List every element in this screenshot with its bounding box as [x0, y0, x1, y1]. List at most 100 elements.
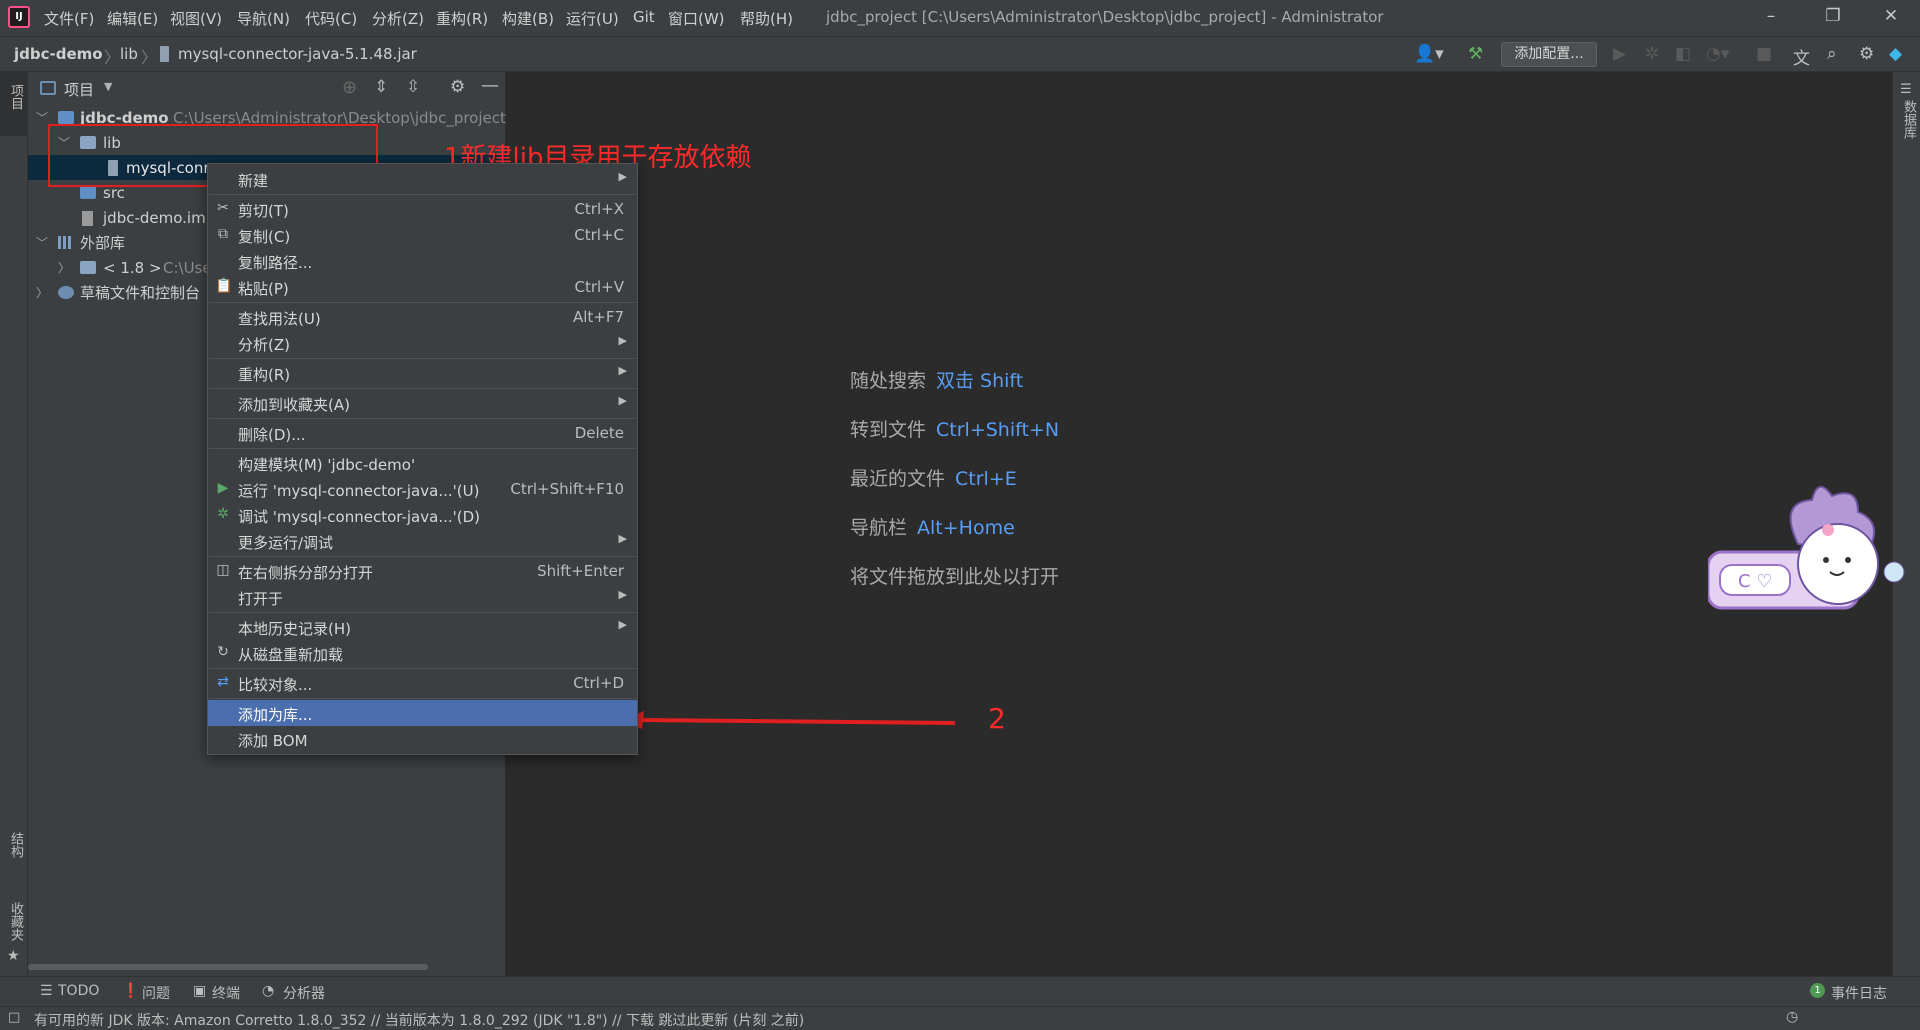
menu-help[interactable]: 帮助(H): [740, 8, 793, 29]
menu-code[interactable]: 代码(C): [305, 8, 357, 29]
profile-icon[interactable]: ◔▾: [1706, 44, 1729, 64]
breadcrumb-jar[interactable]: mysql-connector-java-5.1.48.jar: [178, 45, 417, 63]
menu-item-label: 比较对象...: [238, 676, 313, 694]
search-icon[interactable]: ⌕: [1827, 44, 1837, 64]
menu-item-run[interactable]: ▶ 运行 'mysql-connector-java...'(U) Ctrl+S…: [208, 476, 637, 502]
memory-indicator-icon[interactable]: ◷: [1786, 1009, 1798, 1025]
menu-item-label: 复制(C): [238, 228, 291, 246]
tab-terminal[interactable]: 终端: [212, 983, 240, 1003]
menu-item-shortcut: Ctrl+D: [573, 674, 624, 692]
database-tool-label[interactable]: 数据库: [1899, 100, 1918, 139]
menu-item-label: 重构(R): [238, 366, 291, 384]
problems-icon: ❗: [122, 983, 140, 999]
project-tool-tab[interactable]: 项目: [0, 72, 28, 136]
menu-separator: [209, 302, 636, 303]
menu-analyze[interactable]: 分析(Z): [372, 8, 424, 29]
run-icon[interactable]: ▶: [1613, 44, 1626, 64]
menu-item-cut[interactable]: ✂ 剪切(T) Ctrl+X: [208, 196, 637, 222]
menu-item-label: 运行 'mysql-connector-java...'(U): [238, 482, 480, 500]
tab-todo[interactable]: TODO: [58, 983, 99, 999]
menu-item-delete[interactable]: 删除(D)... Delete: [208, 420, 637, 446]
tab-problems[interactable]: 问题: [142, 983, 170, 1003]
menu-item-build-module[interactable]: 构建模块(M) 'jdbc-demo': [208, 450, 637, 476]
status-message[interactable]: 有可用的新 JDK 版本: Amazon Corretto 1.8.0_352 …: [34, 1010, 804, 1030]
tree-jdk-label: < 1.8 >: [103, 259, 162, 277]
chevron-right-icon[interactable]: 〉: [36, 281, 48, 306]
menu-separator: [209, 612, 636, 613]
menu-item-find-usages[interactable]: 查找用法(U) Alt+F7: [208, 304, 637, 330]
status-window-icon[interactable]: □: [8, 1010, 20, 1025]
menu-item-copy[interactable]: ⧉ 复制(C) Ctrl+C: [208, 222, 637, 248]
menu-item-add-to-favorites[interactable]: 添加到收藏夹(A) ▶: [208, 390, 637, 416]
menu-item-more-run-debug[interactable]: 更多运行/调试 ▶: [208, 528, 637, 554]
menu-separator: [209, 194, 636, 195]
breadcrumb-project[interactable]: jdbc-demo: [14, 45, 103, 63]
chevron-down-icon[interactable]: ﹀: [36, 231, 48, 256]
horizontal-scrollbar[interactable]: [28, 964, 428, 970]
menu-refactor[interactable]: 重构(R): [436, 8, 488, 29]
expand-all-icon[interactable]: ⇕: [374, 77, 388, 97]
menu-run[interactable]: 运行(U): [566, 8, 619, 29]
menu-item-debug[interactable]: ✲ 调试 'mysql-connector-java...'(D): [208, 502, 637, 528]
translate-icon[interactable]: 文: [1793, 44, 1810, 69]
menu-item-add-bom[interactable]: 添加 BOM: [208, 726, 637, 752]
menu-item-local-history[interactable]: 本地历史记录(H) ▶: [208, 614, 637, 640]
menu-item-label: 添加到收藏夹(A): [238, 396, 350, 414]
menu-navigate[interactable]: 导航(N): [237, 8, 290, 29]
menu-item-analyze[interactable]: 分析(Z) ▶: [208, 330, 637, 356]
settings-gear-icon[interactable]: ⚙: [1859, 44, 1874, 64]
menu-window[interactable]: 窗口(W): [668, 8, 725, 29]
favorites-tool-label[interactable]: 收藏夹: [6, 902, 25, 941]
menu-item-compare-with[interactable]: ⇄ 比较对象... Ctrl+D: [208, 670, 637, 696]
chevron-right-icon[interactable]: 〉: [58, 256, 70, 281]
menu-item-shortcut: Ctrl+X: [574, 200, 624, 218]
structure-tool-label[interactable]: 结构: [6, 832, 25, 858]
menu-item-new[interactable]: 新建 ▶: [208, 166, 637, 192]
menu-item-reload-from-disk[interactable]: ↻ 从磁盘重新加载: [208, 640, 637, 666]
chevron-down-icon[interactable]: ▼: [104, 80, 112, 93]
menu-item-open-in[interactable]: 打开于 ▶: [208, 584, 637, 610]
user-icon[interactable]: 👤▾: [1414, 44, 1444, 64]
tab-profiler[interactable]: 分析器: [283, 983, 325, 1003]
hint-label: 随处搜索: [850, 370, 927, 392]
menu-item-add-as-library[interactable]: 添加为库...: [208, 700, 637, 726]
panel-settings-gear-icon[interactable]: ⚙: [450, 77, 465, 97]
build-hammer-icon[interactable]: ⚒: [1468, 44, 1483, 64]
close-icon[interactable]: ✕: [1876, 6, 1906, 26]
hide-panel-icon[interactable]: —: [481, 75, 499, 96]
submenu-arrow-icon: ▶: [618, 532, 627, 545]
stop-icon[interactable]: ■: [1756, 44, 1772, 64]
menu-item-paste[interactable]: 📋 粘贴(P) Ctrl+V: [208, 274, 637, 300]
project-view-selector[interactable]: 项目: [64, 79, 94, 100]
editor-area[interactable]: 随处搜索 双击 Shift 转到文件 Ctrl+Shift+N 最近的文件 Ctrl+…: [506, 72, 1892, 976]
jetbrains-toolbox-icon[interactable]: ◆: [1889, 44, 1902, 64]
context-menu: 新建 ▶ ✂ 剪切(T) Ctrl+X ⧉ 复制(C) Ctrl+C 复制路径.…: [207, 163, 638, 755]
menu-item-shortcut: Delete: [574, 424, 624, 442]
menu-item-refactor[interactable]: 重构(R) ▶: [208, 360, 637, 386]
menu-separator: [209, 358, 636, 359]
debug-icon[interactable]: ✲: [1645, 44, 1659, 64]
menu-git[interactable]: Git: [633, 8, 655, 26]
menu-file[interactable]: 文件(F): [44, 8, 94, 29]
star-icon[interactable]: ★: [7, 948, 20, 964]
breadcrumb-lib[interactable]: lib: [120, 45, 138, 63]
coverage-icon[interactable]: ◧: [1675, 44, 1691, 64]
restore-icon[interactable]: ❐: [1818, 6, 1848, 26]
menu-view[interactable]: 视图(V): [170, 8, 222, 29]
menu-edit[interactable]: 编辑(E): [107, 8, 158, 29]
menu-item-open-split-right[interactable]: ◫ 在右侧拆分部分打开 Shift+Enter: [208, 558, 637, 584]
left-tool-strip: 项目 结构 收藏夹 ★: [0, 72, 28, 976]
intellij-logo-icon[interactable]: IJ: [8, 6, 30, 28]
menu-item-copy-path[interactable]: 复制路径...: [208, 248, 637, 274]
add-configuration-button[interactable]: 添加配置...: [1501, 42, 1597, 67]
menu-separator: [209, 698, 636, 699]
menu-build[interactable]: 构建(B): [502, 8, 554, 29]
tab-event-log[interactable]: 事件日志: [1831, 983, 1887, 1003]
breadcrumb-separator: 〉: [141, 48, 158, 67]
submenu-arrow-icon: ▶: [618, 334, 627, 347]
svg-text:C ♡: C ♡: [1738, 571, 1772, 592]
chevron-down-icon[interactable]: ﹀: [36, 106, 48, 131]
collapse-all-icon[interactable]: ⇳: [406, 77, 420, 97]
minimize-icon[interactable]: –: [1756, 6, 1786, 26]
locate-icon[interactable]: ⊕: [342, 77, 357, 98]
